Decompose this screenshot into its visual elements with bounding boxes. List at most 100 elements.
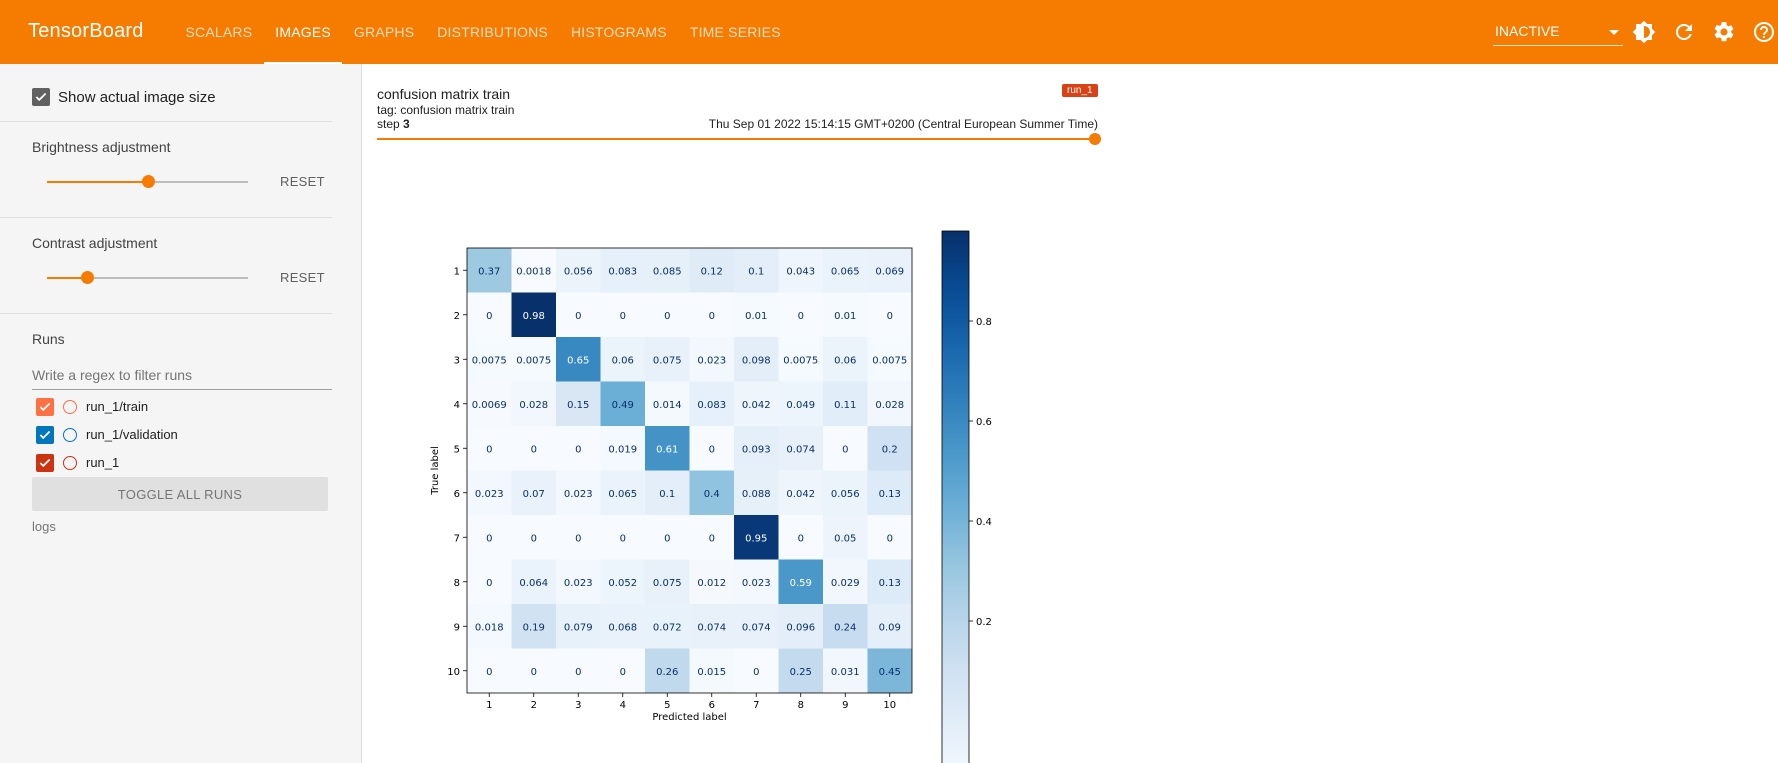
tab-images[interactable]: IMAGES xyxy=(263,0,343,64)
run-color-swatch[interactable] xyxy=(63,400,77,414)
cell-value-label: 0.45 xyxy=(879,667,901,678)
cell-value-label: 0.0075 xyxy=(872,355,907,366)
cell-value-label: 0.014 xyxy=(653,400,682,411)
cell-value-label: 0.98 xyxy=(523,311,545,322)
cell-value-label: 0.2 xyxy=(882,444,898,455)
cell-value-label: 0.06 xyxy=(612,355,634,366)
brightness-slider[interactable] xyxy=(47,175,248,188)
cell-value-label: 0.049 xyxy=(786,400,815,411)
tab-graphs[interactable]: GRAPHS xyxy=(342,0,425,64)
cell-value-label: 0.4 xyxy=(704,489,720,500)
y-tick-label: 6 xyxy=(454,489,460,500)
cell-value-label: 0.95 xyxy=(745,533,767,544)
cell-value-label: 0 xyxy=(798,533,804,544)
card-tag: tag: confusion matrix train xyxy=(377,103,515,117)
brightness-icon[interactable] xyxy=(1632,20,1656,44)
run-color-swatch[interactable] xyxy=(63,456,77,470)
cell-value-label: 0 xyxy=(709,444,715,455)
run-checkbox[interactable] xyxy=(36,426,54,444)
run-checkbox[interactable] xyxy=(36,454,54,472)
cell-value-label: 0.13 xyxy=(879,578,901,589)
cell-value-label: 0.023 xyxy=(697,355,726,366)
y-tick-label: 7 xyxy=(454,533,460,544)
cell-value-label: 0.093 xyxy=(742,444,771,455)
refresh-icon[interactable] xyxy=(1672,20,1696,44)
cell-value-label: 0.028 xyxy=(519,400,548,411)
contrast-slider-thumb[interactable] xyxy=(81,271,95,284)
cell-value-label: 0 xyxy=(575,533,581,544)
brightness-reset-button[interactable]: RESET xyxy=(280,174,325,189)
top-app-bar: TensorBoard SCALARS IMAGES GRAPHS DISTRI… xyxy=(0,0,1778,64)
cell-value-label: 0.37 xyxy=(478,266,500,277)
x-tick-label: 4 xyxy=(620,700,626,711)
cell-value-label: 0 xyxy=(531,444,537,455)
cell-value-label: 0.015 xyxy=(697,667,726,678)
x-tick-label: 3 xyxy=(575,700,581,711)
run-color-swatch[interactable] xyxy=(63,428,77,442)
contrast-slider[interactable] xyxy=(47,271,248,284)
run-filter-input[interactable] xyxy=(32,360,332,390)
x-tick-label: 5 xyxy=(664,700,670,711)
tab-time-series[interactable]: TIME SERIES xyxy=(678,0,792,64)
step-slider-thumb[interactable] xyxy=(1089,133,1101,145)
cell-value-label: 0.49 xyxy=(612,400,634,411)
cell-value-label: 0.096 xyxy=(786,622,815,633)
sidebar-divider xyxy=(0,121,332,122)
inactive-plugins-select[interactable]: INACTIVE xyxy=(1493,20,1623,46)
step-value: 3 xyxy=(403,117,410,131)
cell-value-label: 0 xyxy=(620,667,626,678)
cell-value-label: 0 xyxy=(887,311,893,322)
colorbar-tick-label: 0.6 xyxy=(976,417,992,428)
show-actual-size-checkbox[interactable] xyxy=(32,88,50,106)
card-step: step 3 xyxy=(377,117,410,131)
sidebar-divider xyxy=(0,217,332,218)
cell-value-label: 0.068 xyxy=(608,622,637,633)
contrast-reset-button[interactable]: RESET xyxy=(280,270,325,285)
cell-value-label: 0.072 xyxy=(653,622,682,633)
cell-value-label: 0.065 xyxy=(831,266,860,277)
cell-value-label: 0.075 xyxy=(653,355,682,366)
help-icon[interactable] xyxy=(1752,20,1776,44)
settings-icon[interactable] xyxy=(1712,20,1736,44)
cell-value-label: 0 xyxy=(575,444,581,455)
brightness-slider-fill xyxy=(47,181,148,183)
tab-scalars[interactable]: SCALARS xyxy=(174,0,264,64)
cell-value-label: 0 xyxy=(486,578,492,589)
y-tick-label: 3 xyxy=(454,355,460,366)
cell-value-label: 0.031 xyxy=(831,667,860,678)
y-tick-label: 5 xyxy=(454,444,460,455)
cell-value-label: 0.074 xyxy=(697,622,726,633)
cell-value-label: 0 xyxy=(575,667,581,678)
x-tick-label: 8 xyxy=(798,700,804,711)
cell-value-label: 0.0075 xyxy=(783,355,818,366)
cell-value-label: 0.069 xyxy=(875,266,904,277)
cell-value-label: 0.12 xyxy=(701,266,723,277)
cell-value-label: 0.023 xyxy=(475,489,504,500)
cell-value-label: 0.07 xyxy=(523,489,545,500)
cell-value-label: 0.075 xyxy=(653,578,682,589)
tab-distributions[interactable]: DISTRIBUTIONS xyxy=(426,0,560,64)
toggle-all-runs-button[interactable]: TOGGLE ALL RUNS xyxy=(32,477,328,511)
x-tick-label: 9 xyxy=(842,700,848,711)
tab-histograms[interactable]: HISTOGRAMS xyxy=(559,0,678,64)
colorbar-tick-label: 0.8 xyxy=(976,317,992,328)
cell-value-label: 0 xyxy=(486,667,492,678)
sidebar-divider xyxy=(0,313,332,314)
cell-value-label: 0.064 xyxy=(519,578,548,589)
cell-value-label: 0.088 xyxy=(742,489,771,500)
cell-value-label: 0.0075 xyxy=(472,355,507,366)
cell-value-label: 0.06 xyxy=(834,355,856,366)
brightness-slider-thumb[interactable] xyxy=(141,175,155,188)
cell-value-label: 0.11 xyxy=(834,400,856,411)
x-tick-label: 1 xyxy=(486,700,492,711)
brightness-title: Brightness adjustment xyxy=(32,139,171,155)
cell-value-label: 0.012 xyxy=(697,578,726,589)
cell-value-label: 0 xyxy=(664,311,670,322)
runs-title: Runs xyxy=(32,331,65,347)
colorbar xyxy=(941,230,970,763)
x-tick-label: 2 xyxy=(531,700,537,711)
step-slider[interactable] xyxy=(377,138,1095,140)
chevron-down-icon xyxy=(1609,30,1619,35)
run-checkbox[interactable] xyxy=(36,398,54,416)
cell-value-label: 0.028 xyxy=(875,400,904,411)
